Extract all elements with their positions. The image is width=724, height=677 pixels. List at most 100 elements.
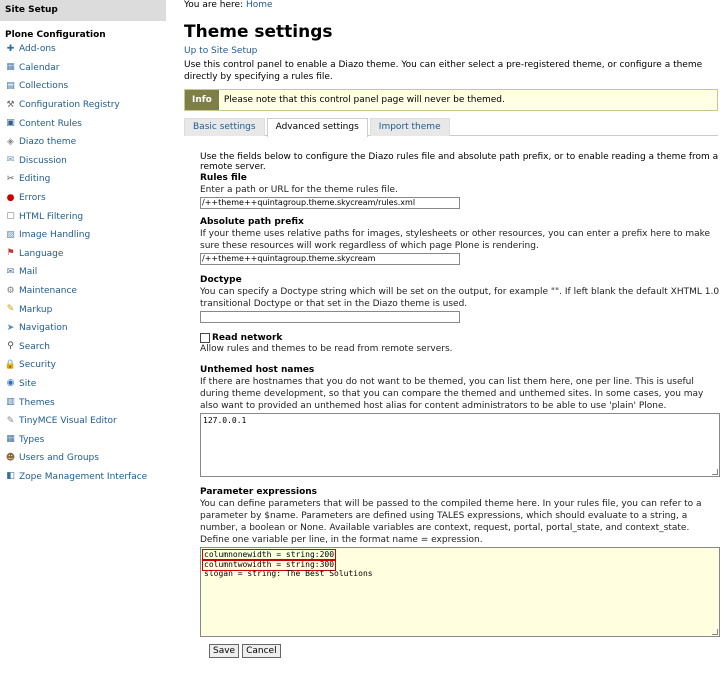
- error-icon: ●: [6, 192, 15, 203]
- tab-import-theme[interactable]: Import theme: [369, 118, 450, 136]
- sidebar-item-zope-management-interface[interactable]: ◧ Zope Management Interface: [0, 468, 166, 487]
- unthemed-hosts-help: If there are hostnames that you do not w…: [200, 377, 704, 411]
- search-icon: ⚲: [7, 341, 14, 352]
- sidebar-item-language[interactable]: ⚑ Language: [0, 245, 166, 264]
- html-filter-icon: ▢: [6, 211, 15, 222]
- sidebar-item-label: Types: [19, 434, 45, 445]
- sidebar-item-label: HTML Filtering: [19, 211, 84, 222]
- main-content: You are here: Home Theme settings Up to …: [184, 0, 720, 658]
- sidebar-item-label: Language: [19, 248, 64, 259]
- sidebar-item-navigation[interactable]: ➤ Navigation: [0, 319, 166, 338]
- sidebar-item-label: Discussion: [19, 155, 67, 166]
- sidebar-item-markup[interactable]: ✎ Markup: [0, 300, 166, 319]
- breadcrumb: You are here: Home: [184, 0, 720, 12]
- save-button[interactable]: Save: [209, 644, 240, 658]
- sidebar-item-collections[interactable]: ▤ Collections: [0, 77, 166, 96]
- sidebar-item-themes[interactable]: ▥ Themes: [0, 393, 166, 412]
- sidebar-item-mail[interactable]: ✉ Mail: [0, 263, 166, 282]
- sidebar-item-label: Add-ons: [19, 44, 56, 55]
- breadcrumb-home-link[interactable]: Home: [246, 0, 273, 10]
- site-icon: ◉: [6, 378, 15, 389]
- info-text: Please note that this control panel page…: [223, 95, 505, 105]
- sidebar-item-diazo-theme[interactable]: ◈ Diazo theme: [0, 133, 166, 152]
- path-prefix-input[interactable]: /++theme++quintagroup.theme.skycream: [200, 253, 460, 265]
- sidebar-item-security[interactable]: 🔒 Security: [0, 356, 166, 375]
- resize-grip-icon[interactable]: [712, 469, 718, 475]
- parameters-label: Parameter expressions: [200, 487, 318, 497]
- sidebar-item-content-rules[interactable]: ▣ Content Rules: [0, 114, 166, 133]
- tab-advanced-settings[interactable]: Advanced settings: [266, 118, 368, 137]
- sidebar-item-calendar[interactable]: ▦ Calendar: [0, 59, 166, 78]
- navigation-icon: ➤: [6, 322, 15, 333]
- mail-icon: ✉: [6, 266, 15, 277]
- info-message: Info Please note that this control panel…: [184, 89, 718, 111]
- sidebar-item-image-handling[interactable]: ▨ Image Handling: [0, 226, 166, 245]
- read-network-checkbox[interactable]: [200, 333, 210, 343]
- unthemed-hosts-label: Unthemed host names: [200, 365, 315, 375]
- parameters-textarea[interactable]: columnonewidth = string:200 columntwowid…: [200, 547, 720, 637]
- sidebar-item-label: Configuration Registry: [19, 100, 120, 111]
- pencil-icon: ✎: [6, 304, 15, 315]
- scissors-icon: ✂: [6, 173, 15, 184]
- calendar-icon: ▦: [6, 62, 15, 73]
- sidebar-item-add-ons[interactable]: ✚ Add-ons: [0, 40, 166, 59]
- sidebar-item-label: Zope Management Interface: [19, 471, 148, 482]
- read-network-row: Read network: [200, 333, 720, 343]
- rules-file-label: Rules file: [200, 173, 247, 183]
- parameter-line: slogan = string: The Best Solutions: [204, 569, 373, 578]
- collections-icon: ▤: [6, 80, 15, 91]
- puzzle-icon: ✚: [6, 43, 15, 54]
- parameters-field: Parameter expressions You can define par…: [200, 486, 720, 637]
- sidebar-item-label: Security: [19, 360, 56, 371]
- wrench-icon: ⚒: [6, 99, 15, 110]
- content-rules-icon: ▣: [6, 118, 15, 129]
- doctype-label: Doctype: [200, 275, 242, 285]
- sidebar-item-search[interactable]: ⚲ Search: [0, 338, 166, 357]
- sidebar-item-label: TinyMCE Visual Editor: [19, 416, 117, 427]
- cancel-button[interactable]: Cancel: [242, 644, 281, 658]
- sidebar-item-tinymce-visual-editor[interactable]: ✎ TinyMCE Visual Editor: [0, 412, 166, 431]
- diazo-icon: ◈: [7, 136, 14, 147]
- themes-icon: ▥: [6, 397, 15, 408]
- sidebar-item-label: Site: [19, 378, 37, 389]
- page-title: Theme settings: [184, 22, 333, 42]
- resize-grip-icon[interactable]: [712, 629, 718, 635]
- info-label: Info: [185, 90, 219, 110]
- lock-icon: 🔒: [4, 359, 17, 370]
- sidebar-item-configuration-registry[interactable]: ⚒ Configuration Registry: [0, 96, 166, 115]
- sidebar-item-discussion[interactable]: ✉ Discussion: [0, 152, 166, 171]
- users-icon: ☻: [5, 452, 16, 463]
- path-prefix-field: Absolute path prefix If your theme uses …: [200, 216, 720, 265]
- sidebar-item-errors[interactable]: ● Errors: [0, 189, 166, 208]
- rules-file-help: Enter a path or URL for the theme rules …: [200, 185, 398, 195]
- sidebar-item-label: Calendar: [19, 62, 60, 73]
- tab-basic-settings[interactable]: Basic settings: [184, 118, 265, 136]
- sidebar-item-editing[interactable]: ✂ Editing: [0, 170, 166, 189]
- sidebar-list: ✚ Add-ons ▦ Calendar ▤ Collections ⚒ Configurat…: [0, 40, 166, 486]
- maintenance-icon: ⚙: [6, 285, 15, 296]
- sidebar: Site Setup Plone Configuration ✚ Add-ons ▦…: [0, 0, 166, 677]
- unthemed-hosts-field: Unthemed host names If there are hostnam…: [200, 364, 720, 477]
- sidebar-item-site[interactable]: ◉ Site: [0, 375, 166, 394]
- tinymce-icon: ✎: [6, 415, 15, 426]
- flag-icon: ⚑: [6, 248, 15, 259]
- site-setup-header: Site Setup: [0, 0, 166, 21]
- sidebar-item-label: Maintenance: [19, 286, 77, 297]
- panel-lead-text: Use the fields below to configure the Di…: [200, 152, 719, 172]
- breadcrumb-prefix: You are here:: [184, 0, 244, 10]
- sidebar-item-label: Users and Groups: [19, 453, 99, 464]
- sidebar-item-users-and-groups[interactable]: ☻ Users and Groups: [0, 449, 166, 468]
- sidebar-item-label: Search: [19, 341, 50, 352]
- chat-icon: ✉: [6, 155, 15, 166]
- unthemed-hosts-textarea[interactable]: 127.0.0.1: [200, 413, 720, 477]
- sidebar-item-maintenance[interactable]: ⚙ Maintenance: [0, 282, 166, 301]
- sidebar-item-html-filtering[interactable]: ▢ HTML Filtering: [0, 207, 166, 226]
- zmi-icon: ◧: [6, 471, 15, 482]
- sidebar-item-label: Editing: [19, 174, 51, 185]
- sidebar-item-types[interactable]: ▦ Types: [0, 430, 166, 449]
- rules-file-input[interactable]: /++theme++quintagroup.theme.skycream/rul…: [200, 197, 460, 209]
- parameters-help: You can define parameters that will be p…: [200, 499, 702, 545]
- up-to-site-setup-link[interactable]: Up to Site Setup: [184, 46, 720, 56]
- doctype-input[interactable]: [200, 311, 460, 323]
- plone-configuration-title: Plone Configuration: [5, 30, 106, 40]
